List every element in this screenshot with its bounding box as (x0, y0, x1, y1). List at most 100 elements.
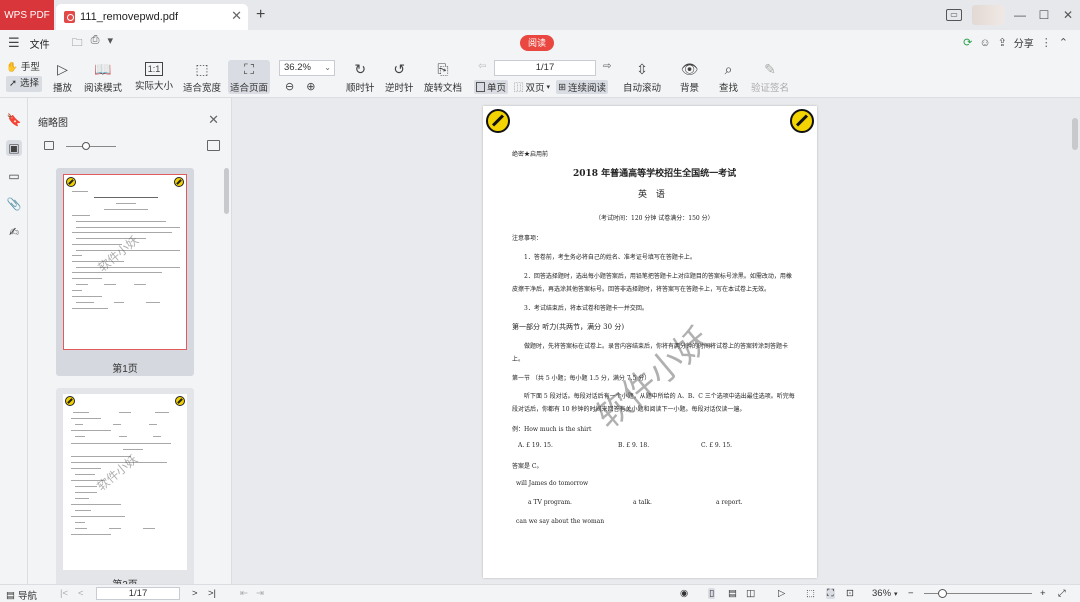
hand-select-group: ✋ 手型 ➚ 选择 (6, 60, 42, 92)
watermark: 软件小妖 (94, 452, 141, 494)
find-button[interactable]: ⌕ 查找 (719, 60, 738, 95)
annotation-icon[interactable]: ▭ (6, 168, 22, 184)
status-bar: ▤ 导航 |< < 1/17 > >| ⇤ ⇥ ◉ ▯ ▤ ◫ ▷ ⬚ ⛶ ⊡ 3… (0, 584, 1080, 602)
layout-panel-icon[interactable]: ▭ (946, 9, 962, 21)
single-page-button[interactable]: 单页 (474, 80, 509, 94)
double-page-button[interactable]: ⿲双页 ▾ (512, 80, 552, 94)
rotate-counterclockwise-button[interactable]: ↺ 逆时针 (385, 60, 414, 95)
comment-icon[interactable]: ☺ (979, 37, 990, 49)
slider-track (66, 146, 116, 147)
menu-icon[interactable]: ☰ (8, 35, 20, 51)
rotate-ccw-icon: ↺ (393, 60, 406, 77)
marker-icon (486, 109, 510, 133)
fit-width-status-icon[interactable]: ⬚ (806, 588, 815, 599)
menubar-right-tools: ⟳ ☺ ⇪ 分享 ⋮ ⌃ (963, 35, 1068, 51)
play-status-icon[interactable]: ▷ (778, 588, 785, 599)
dropdown-icon[interactable]: ▾ (107, 34, 113, 53)
nav-panel-icon: ▤ (6, 589, 15, 601)
single-page-status-icon[interactable]: ▯ (708, 588, 716, 599)
thumbnail-page-2[interactable]: 软件小妖 第2页 (56, 388, 194, 584)
auto-scroll-button[interactable]: ⇳ 自动滚动 (623, 60, 661, 95)
signature-panel-icon[interactable]: ✍ (6, 224, 22, 240)
marker-icon (66, 177, 76, 187)
continuous-status-icon[interactable]: ▤ (728, 588, 737, 599)
thumbnail-icon[interactable]: ▣ (6, 140, 22, 156)
zoom-out-icon[interactable]: ⊖ (285, 80, 294, 93)
thumbnail-page-1[interactable]: 软件小妖 第1页 (56, 168, 194, 376)
navigation-button[interactable]: ▤ 导航 (6, 588, 37, 602)
chevron-down-icon: ⌄ (324, 63, 331, 72)
fullscreen-icon[interactable]: ⤢ (1058, 588, 1066, 599)
select-tool[interactable]: ➚ 选择 (6, 76, 42, 92)
document-view[interactable]: 绝密★启用前 2018 年普通高等学校招生全国统一考试 英 语 （考试时间：12… (232, 98, 1080, 584)
actual-size-button[interactable]: 1:1 实际大小 (135, 60, 173, 92)
rotate-doc-icon: ⎘ (437, 60, 449, 77)
verify-signature-button[interactable]: ✎ 验证签名 (751, 60, 789, 95)
prev-page-icon[interactable]: ⇦ (478, 61, 486, 72)
background-button[interactable]: 👁 背景 (680, 60, 699, 95)
fit-width-button[interactable]: ⬚ 适合宽度 (183, 60, 221, 95)
back-icon[interactable]: ⇤ (240, 588, 248, 599)
app-logo-tab[interactable]: WPS PDF (0, 0, 54, 30)
eye-icon: 👁 (680, 60, 699, 77)
close-window-icon[interactable]: ✕ (1056, 8, 1080, 22)
share-icon[interactable]: ⇪ (998, 36, 1007, 49)
print-icon[interactable]: ⎙ (91, 34, 100, 53)
slider-knob[interactable] (82, 142, 90, 150)
prev-page-status-icon[interactable]: < (78, 588, 84, 599)
thumbnail-size-slider[interactable] (44, 140, 220, 154)
zoom-out-status-icon[interactable]: − (908, 588, 914, 599)
title-bar: WPS PDF 111_removepwd.pdf ✕ + ▭ — ☐ ✕ (0, 0, 1080, 30)
document-tab[interactable]: 111_removepwd.pdf ✕ (56, 4, 248, 30)
fit-page-status-icon[interactable]: ⛶ (826, 588, 835, 599)
close-tab-icon[interactable]: ✕ (231, 8, 242, 24)
zoom-in-icon[interactable]: ⊕ (306, 80, 315, 93)
sync-icon[interactable]: ⟳ (963, 36, 972, 49)
avatar[interactable] (972, 5, 1004, 25)
fit-page-button[interactable]: ⛶ 适合页面 (228, 60, 271, 94)
bookmark-icon[interactable]: 🔖 (6, 112, 22, 128)
zoom-buttons: ⊖ ⊕ (285, 80, 315, 93)
share-button[interactable]: 分享 (1014, 35, 1034, 50)
attachment-icon[interactable]: 📎 (6, 196, 22, 212)
double-page-icon: ⿲ (514, 83, 524, 94)
new-tab-button[interactable]: + (256, 6, 265, 24)
zoom-level[interactable]: 36% ▾ (872, 588, 898, 599)
last-page-icon[interactable]: >| (208, 588, 216, 599)
open-folder-icon[interactable]: 🗀 (72, 34, 83, 53)
marker-icon (65, 396, 75, 406)
zoom-slider-knob[interactable] (938, 589, 947, 598)
double-page-status-icon[interactable]: ◫ (746, 588, 755, 599)
next-page-status-icon[interactable]: > (192, 588, 198, 599)
rotate-clockwise-button[interactable]: ↻ 顺时针 (346, 60, 375, 95)
next-page-icon[interactable]: ⇨ (603, 61, 611, 72)
marker-icon (174, 177, 184, 187)
fit-page-icon: ⛶ (244, 60, 254, 77)
actual-size-status-icon[interactable]: ⊡ (846, 588, 854, 599)
small-image-icon (44, 141, 54, 150)
document-scrollbar[interactable] (1072, 118, 1078, 150)
thumbnail-scrollbar[interactable] (224, 168, 229, 214)
maximize-icon[interactable]: ☐ (1032, 8, 1056, 22)
large-image-icon (207, 140, 220, 151)
first-page-icon[interactable]: |< (60, 588, 68, 599)
hand-tool[interactable]: ✋ 手型 (6, 60, 42, 76)
rotate-document-button[interactable]: ⎘ 旋转文档 (424, 60, 462, 95)
eye-status-icon[interactable]: ◉ (680, 588, 688, 599)
thumbnail-page-1-label: 第1页 (112, 364, 138, 375)
file-menu[interactable]: 文件 (30, 36, 50, 51)
continuous-read-button[interactable]: ⊞ 连续阅读 (556, 80, 609, 94)
zoom-in-status-icon[interactable]: + (1040, 588, 1046, 599)
more-icon[interactable]: ⋮ (1041, 36, 1052, 49)
page-number-input[interactable]: 1/17 (494, 60, 596, 76)
status-page-input[interactable]: 1/17 (96, 587, 180, 600)
minimize-icon[interactable]: — (1008, 8, 1032, 22)
play-button[interactable]: ▷ 播放 (53, 60, 72, 95)
zoom-select[interactable]: 36.2% ⌄ (279, 60, 335, 76)
search-icon: ⌕ (724, 60, 733, 77)
read-mode-button[interactable]: 📖 阅读模式 (84, 60, 122, 95)
forward-icon[interactable]: ⇥ (256, 588, 264, 599)
close-panel-icon[interactable]: ✕ (208, 112, 219, 128)
collapse-icon[interactable]: ⌃ (1059, 36, 1068, 49)
read-mode-badge[interactable]: 阅读 (520, 35, 554, 51)
